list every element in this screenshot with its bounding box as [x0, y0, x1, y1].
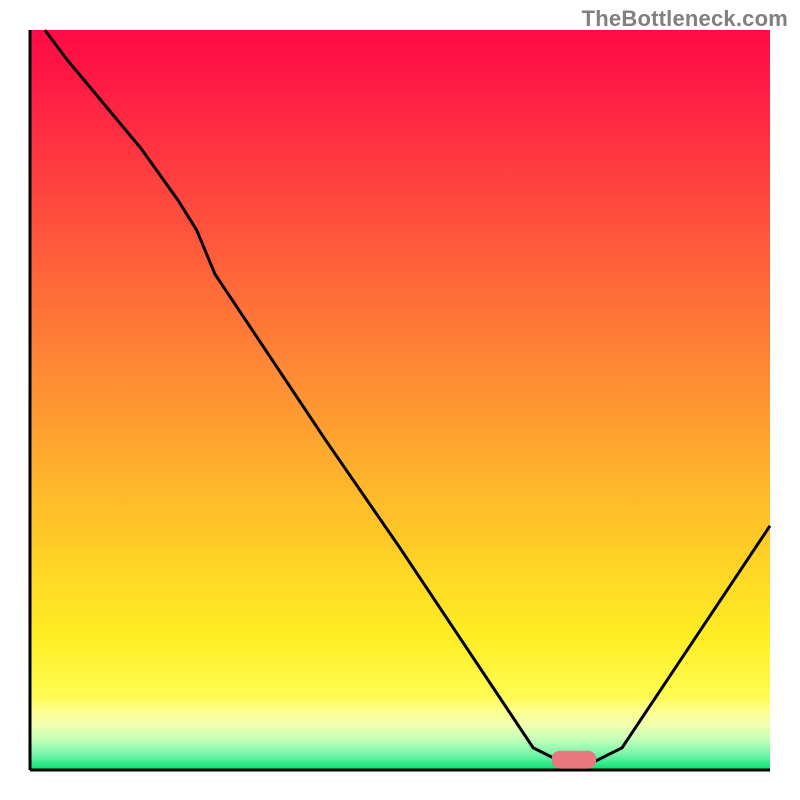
- bottleneck-chart: TheBottleneck.com: [0, 0, 800, 800]
- attribution-label: TheBottleneck.com: [582, 6, 788, 32]
- plot-background: [30, 30, 770, 770]
- optimal-marker: [552, 751, 596, 769]
- chart-canvas: [0, 0, 800, 800]
